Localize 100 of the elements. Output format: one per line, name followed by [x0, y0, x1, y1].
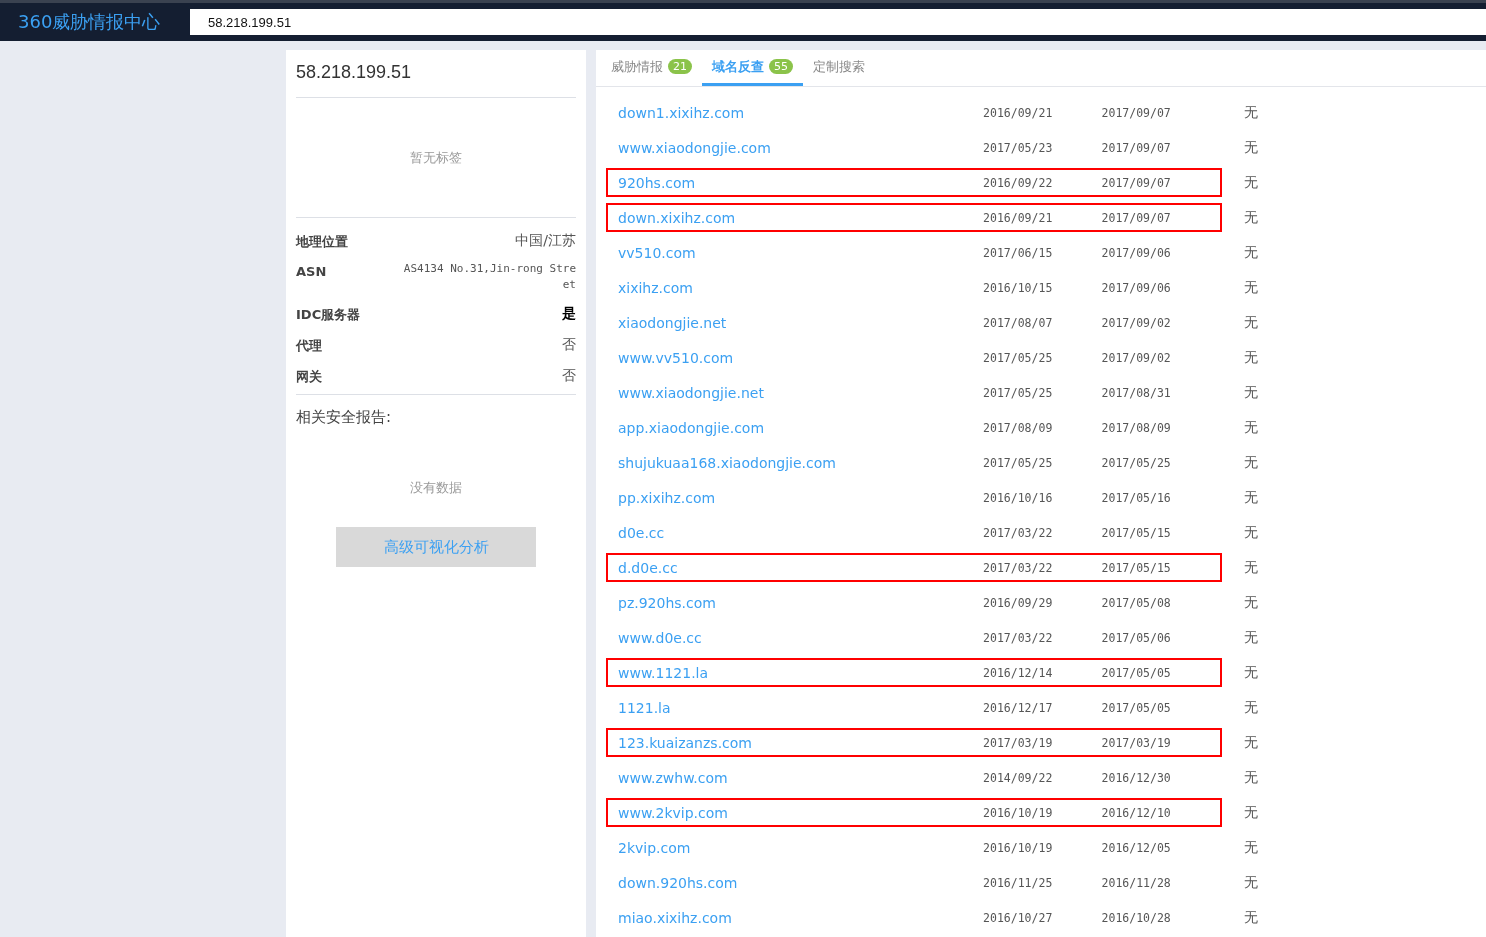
first-seen-date: 2017/05/25	[983, 455, 1054, 470]
note-text: 无	[1244, 628, 1258, 647]
last-seen-date: 2017/05/05	[1101, 700, 1172, 715]
note-text: 无	[1244, 663, 1258, 682]
note-text: 无	[1244, 803, 1258, 822]
domain-link[interactable]: down1.xixihz.com	[618, 104, 984, 121]
domain-link[interactable]: shujukuaa168.xiaodongjie.com	[618, 454, 984, 471]
last-seen-date: 2017/09/07	[1101, 175, 1172, 190]
tab-label: 域名反查	[712, 57, 764, 76]
info-value: 否	[562, 366, 576, 385]
domain-link[interactable]: pp.xixihz.com	[618, 489, 984, 506]
domain-link[interactable]: d.d0e.cc	[618, 559, 984, 576]
last-seen-date: 2017/09/06	[1101, 245, 1172, 260]
note-text: 无	[1244, 523, 1258, 542]
info-label: ASN	[296, 263, 327, 279]
domain-link[interactable]: 920hs.com	[618, 174, 984, 191]
first-seen-date: 2017/05/25	[983, 350, 1054, 365]
domain-link[interactable]: www.vv510.com	[618, 349, 984, 366]
tab[interactable]: 域名反查 55	[702, 50, 803, 86]
last-seen-date: 2017/09/06	[1101, 280, 1172, 295]
domain-link[interactable]: xiaodongjie.net	[618, 314, 984, 331]
empty-tags-text: 暂无标签	[410, 148, 462, 167]
last-seen-date: 2017/05/16	[1101, 490, 1172, 505]
first-seen-date: 2017/08/09	[983, 420, 1054, 435]
domain-link[interactable]: 123.kuaizanzs.com	[618, 734, 984, 751]
first-seen-date: 2017/03/19	[983, 735, 1054, 750]
first-seen-date: 2017/06/15	[983, 245, 1054, 260]
last-seen-date: 2017/09/07	[1101, 140, 1172, 155]
note-text: 无	[1244, 208, 1258, 227]
domain-link[interactable]: www.zwhw.com	[618, 769, 984, 786]
last-seen-date: 2017/05/05	[1101, 665, 1172, 680]
info-value: AS4134 No.31,Jin-rong Street	[402, 261, 576, 293]
domain-link[interactable]: miao.xixihz.com	[618, 909, 984, 926]
reports-title: 相关安全报告:	[296, 407, 393, 427]
last-seen-date: 2017/09/02	[1101, 350, 1172, 365]
domain-link[interactable]: www.2kvip.com	[618, 804, 984, 821]
first-seen-date: 2016/09/21	[983, 105, 1054, 120]
first-seen-date: 2016/12/17	[983, 700, 1054, 715]
first-seen-date: 2016/10/27	[983, 910, 1054, 925]
first-seen-date: 2016/11/25	[983, 875, 1054, 890]
first-seen-date: 2016/10/16	[983, 490, 1054, 505]
note-text: 无	[1244, 698, 1258, 717]
last-seen-date: 2016/12/05	[1101, 840, 1172, 855]
note-text: 无	[1244, 243, 1258, 262]
first-seen-date: 2017/03/22	[983, 630, 1054, 645]
domain-link[interactable]: 1121.la	[618, 699, 984, 716]
visual-analysis-button[interactable]: 高级可视化分析	[336, 527, 536, 567]
last-seen-date: 2017/05/15	[1101, 560, 1172, 575]
last-seen-date: 2017/08/31	[1101, 385, 1172, 400]
first-seen-date: 2017/05/23	[983, 140, 1054, 155]
note-text: 无	[1244, 733, 1258, 752]
tab-label: 定制搜索	[813, 57, 865, 76]
note-text: 无	[1244, 348, 1258, 367]
first-seen-date: 2017/03/22	[983, 560, 1054, 575]
note-text: 无	[1244, 383, 1258, 402]
last-seen-date: 2017/09/07	[1101, 210, 1172, 225]
first-seen-date: 2014/09/22	[983, 770, 1054, 785]
info-value: 是	[562, 304, 576, 323]
domain-link[interactable]: www.xiaodongjie.com	[618, 139, 984, 156]
first-seen-date: 2016/10/19	[983, 840, 1054, 855]
first-seen-date: 2017/03/22	[983, 525, 1054, 540]
note-text: 无	[1244, 908, 1258, 927]
note-text: 无	[1244, 558, 1258, 577]
site-logo[interactable]: 360威胁情报中心	[0, 10, 190, 34]
domain-link[interactable]: www.1121.la	[618, 664, 984, 681]
last-seen-date: 2016/10/28	[1101, 910, 1172, 925]
last-seen-date: 2017/05/08	[1101, 595, 1172, 610]
note-text: 无	[1244, 593, 1258, 612]
domain-link[interactable]: d0e.cc	[618, 524, 984, 541]
note-text: 无	[1244, 768, 1258, 787]
note-text: 无	[1244, 488, 1258, 507]
last-seen-date: 2017/05/06	[1101, 630, 1172, 645]
last-seen-date: 2017/08/09	[1101, 420, 1172, 435]
note-text: 无	[1244, 453, 1258, 472]
count-badge: 55	[769, 59, 793, 74]
domain-link[interactable]: xixihz.com	[618, 279, 984, 296]
domain-link[interactable]: down.xixihz.com	[618, 209, 984, 226]
search-field[interactable]: 58.218.199.51	[190, 9, 1486, 35]
first-seen-date: 2016/09/29	[983, 595, 1054, 610]
domain-link[interactable]: 2kvip.com	[618, 839, 984, 856]
info-label: 网关	[296, 368, 322, 386]
domain-link[interactable]: vv510.com	[618, 244, 984, 261]
domain-link[interactable]: app.xiaodongjie.com	[618, 419, 984, 436]
last-seen-date: 2017/09/02	[1101, 315, 1172, 330]
first-seen-date: 2016/09/22	[983, 175, 1054, 190]
domain-link[interactable]: www.xiaodongjie.net	[618, 384, 984, 401]
note-text: 无	[1244, 103, 1258, 122]
info-label: 地理位置	[296, 233, 348, 251]
note-text: 无	[1244, 313, 1258, 332]
note-text: 无	[1244, 173, 1258, 192]
domain-link[interactable]: pz.920hs.com	[618, 594, 984, 611]
domain-link[interactable]: down.920hs.com	[618, 874, 984, 891]
last-seen-date: 2017/05/15	[1101, 525, 1172, 540]
tab[interactable]: 定制搜索	[803, 50, 875, 86]
first-seen-date: 2016/10/19	[983, 805, 1054, 820]
empty-reports-text: 没有数据	[409, 479, 463, 497]
ip-title: 58.218.199.51	[296, 50, 576, 98]
last-seen-date: 2017/05/25	[1101, 455, 1172, 470]
tab[interactable]: 威胁情报 21	[601, 50, 702, 86]
domain-link[interactable]: www.d0e.cc	[618, 629, 984, 646]
